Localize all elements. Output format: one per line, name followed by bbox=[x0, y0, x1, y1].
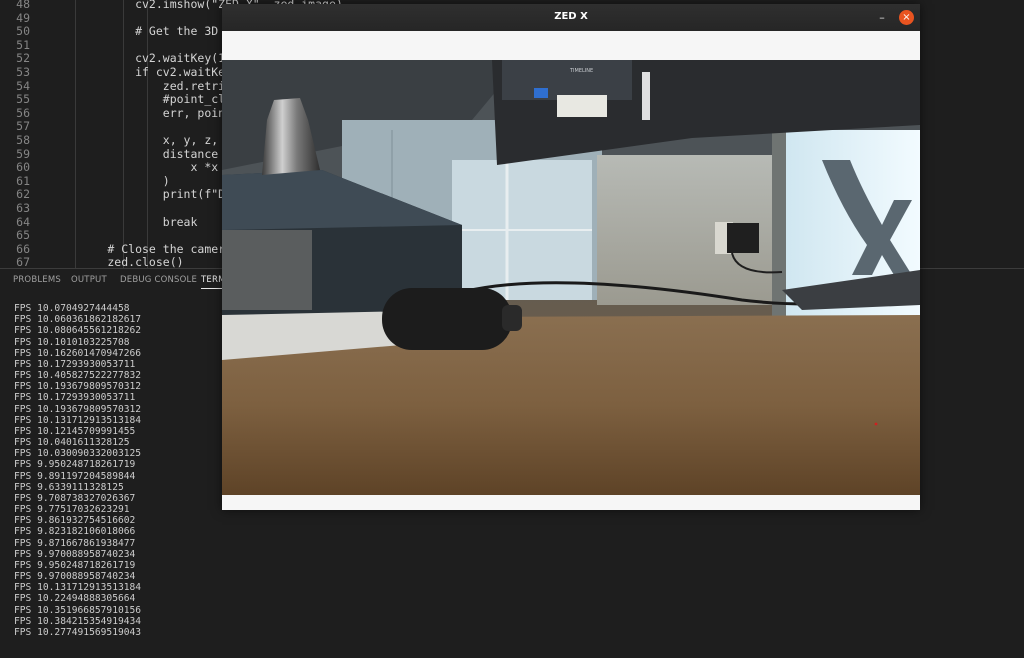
terminal-line: FPS 10.193679809570312 bbox=[14, 381, 142, 393]
terminal-line: FPS 10.131712913513184 bbox=[14, 414, 142, 426]
box-label bbox=[222, 230, 312, 310]
terminal-line: FPS 9.950248718261719 bbox=[14, 559, 136, 571]
light-reflection bbox=[642, 72, 650, 120]
terminal-line: FPS 10.277491569519043 bbox=[14, 626, 142, 638]
line-code: zed.close() bbox=[52, 255, 184, 268]
target-dot bbox=[874, 422, 878, 426]
machine-label: TIMELINE bbox=[569, 68, 593, 74]
zed-x-window: ZED X – × TIMELINE bbox=[222, 4, 920, 510]
back-wall bbox=[597, 155, 797, 305]
terminal-output[interactable]: FPS 10.0704927444458 FPS 10.0603618621826… bbox=[14, 303, 141, 638]
terminal-line: FPS 9.891197204589844 bbox=[14, 470, 136, 482]
terminal-line: FPS 10.12145709991455 bbox=[14, 425, 136, 437]
close-icon[interactable]: × bbox=[899, 10, 914, 25]
terminal-line: FPS 10.0704927444458 bbox=[14, 303, 130, 314]
terminal-line: FPS 9.823182106018066 bbox=[14, 526, 136, 538]
line-number: 67 bbox=[16, 255, 30, 268]
terminal-line: FPS 10.351966857910156 bbox=[14, 604, 142, 616]
tab-problems[interactable]: PROBLEMS bbox=[13, 275, 61, 285]
camera-frame: TIMELINE bbox=[222, 60, 920, 495]
window-title: ZED X bbox=[554, 11, 588, 22]
terminal-line: FPS 9.77517032623291 bbox=[14, 504, 130, 516]
machine-panel bbox=[502, 60, 632, 100]
window-titlebar[interactable]: ZED X – × bbox=[222, 4, 920, 31]
power-adapter bbox=[727, 223, 759, 253]
terminal-line: FPS 10.131712913513184 bbox=[14, 582, 142, 594]
terminal-line: FPS 10.0401611328125 bbox=[14, 437, 130, 449]
terminal-line: FPS 9.708738327026367 bbox=[14, 492, 136, 504]
terminal-line: FPS 10.030090332003125 bbox=[14, 448, 142, 460]
cable-connector bbox=[382, 288, 512, 350]
terminal-line: FPS 9.871667861938477 bbox=[14, 537, 136, 549]
minimize-icon[interactable]: – bbox=[876, 12, 888, 24]
machine-sticker bbox=[557, 95, 607, 117]
terminal-line: FPS 10.17293930053711 bbox=[14, 358, 136, 370]
terminal-line: FPS 9.970088958740234 bbox=[14, 571, 136, 583]
terminal-line: FPS 9.6339111328125 bbox=[14, 481, 124, 493]
terminal-line: FPS 9.970088958740234 bbox=[14, 548, 136, 560]
tab-debug-console[interactable]: DEBUG CONSOLE bbox=[120, 275, 197, 285]
tab-output[interactable]: OUTPUT bbox=[71, 275, 107, 285]
terminal-line: FPS 10.193679809570312 bbox=[14, 403, 142, 415]
terminal-line: FPS 9.861932754516602 bbox=[14, 515, 136, 527]
terminal-line: FPS 10.1010103225708 bbox=[14, 336, 130, 348]
machine-led bbox=[534, 88, 548, 98]
terminal-line: FPS 10.162601470947266 bbox=[14, 347, 142, 359]
terminal-line: FPS 10.060361862182617 bbox=[14, 314, 142, 326]
camera-feed: TIMELINE bbox=[222, 60, 920, 495]
terminal-line: FPS 9.950248718261719 bbox=[14, 459, 136, 471]
terminal-line: FPS 10.080645561218262 bbox=[14, 325, 142, 337]
connector-tip bbox=[502, 305, 522, 331]
terminal-line: FPS 10.405827522277832 bbox=[14, 370, 142, 382]
terminal-line: FPS 10.22494888305664 bbox=[14, 593, 136, 605]
terminal-line: FPS 10.17293930053711 bbox=[14, 392, 136, 404]
terminal-line: FPS 10.384215354919434 bbox=[14, 615, 142, 627]
